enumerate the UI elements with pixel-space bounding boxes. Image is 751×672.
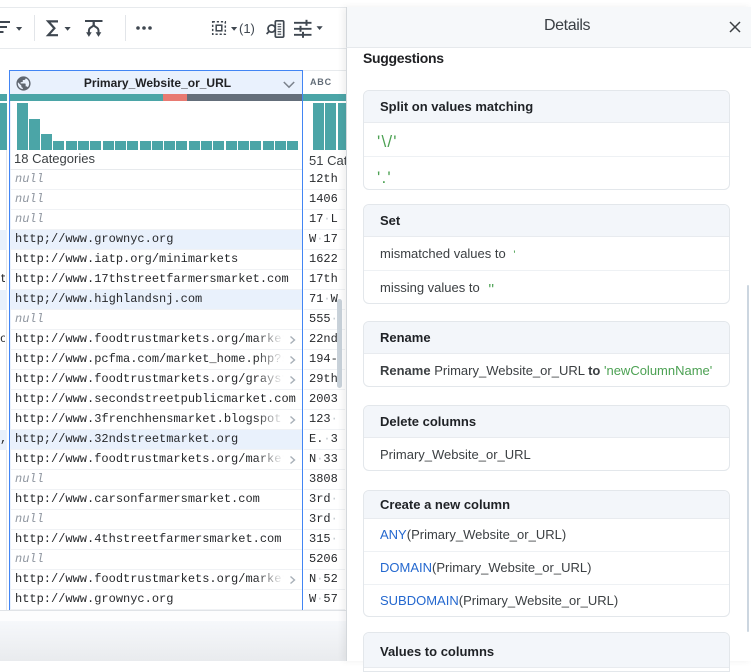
svg-text:(1): (1) xyxy=(239,21,255,36)
